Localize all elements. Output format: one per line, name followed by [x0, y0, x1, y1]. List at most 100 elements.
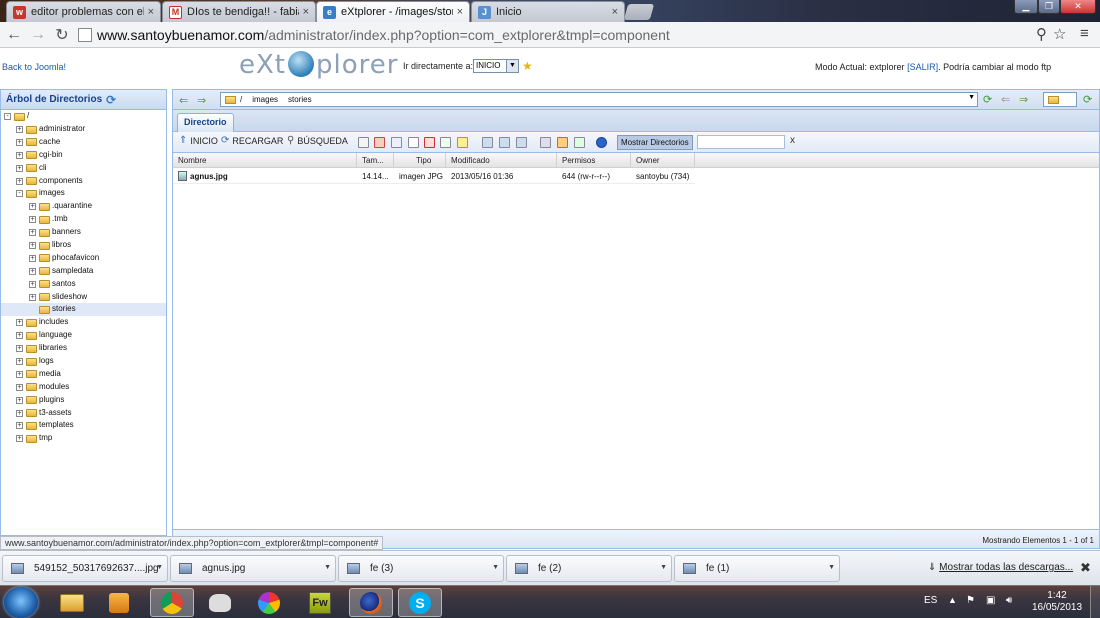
close-tab-icon[interactable]: ×: [612, 6, 618, 18]
expand-icon[interactable]: +: [16, 151, 23, 159]
path-segment-root[interactable]: /: [240, 95, 242, 104]
chevron-down-icon[interactable]: ▼: [660, 564, 667, 571]
path-forward-icon[interactable]: ⇒: [1019, 93, 1028, 106]
extract-icon[interactable]: [574, 137, 585, 148]
col-owner[interactable]: Owner: [631, 153, 695, 168]
search-icon[interactable]: ⚲: [1036, 25, 1047, 43]
archive-icon[interactable]: [557, 137, 568, 148]
forward-nav-icon[interactable]: ⇒: [197, 94, 206, 107]
close-tab-icon[interactable]: ×: [457, 6, 463, 18]
minimize-button[interactable]: ▁: [1014, 0, 1038, 14]
download-item[interactable]: 549152_50317692637....jpg ▼: [2, 555, 168, 582]
menu-icon[interactable]: ≡: [1080, 25, 1089, 42]
close-shelf-icon[interactable]: ✖: [1080, 560, 1091, 576]
browser-tab-2[interactable]: M DIos te bendiga!! - fabiag ×: [162, 1, 316, 22]
chevron-down-icon[interactable]: ▼: [968, 94, 975, 101]
goto-select[interactable]: INICIO ▼: [473, 59, 519, 73]
expand-icon[interactable]: +: [29, 267, 36, 275]
expand-icon[interactable]: +: [16, 409, 23, 417]
browser-tab-3-active[interactable]: e eXtplorer - /images/storie ×: [316, 1, 470, 22]
expand-icon[interactable]: +: [16, 319, 23, 327]
tree-item-cgi-bin[interactable]: + cgi-bin: [1, 149, 166, 162]
expand-icon[interactable]: +: [16, 383, 23, 391]
refresh-icon[interactable]: ⟳: [1083, 93, 1092, 106]
close-tab-icon[interactable]: ×: [148, 6, 154, 18]
tree-item-quarantine[interactable]: + .quarantine: [1, 200, 166, 213]
language-indicator[interactable]: ES: [924, 595, 937, 606]
col-perms[interactable]: Permisos: [557, 153, 631, 168]
expand-icon[interactable]: +: [16, 345, 23, 353]
media-player-icon[interactable]: [97, 588, 141, 617]
expand-icon[interactable]: +: [16, 370, 23, 378]
collapse-icon[interactable]: -: [4, 113, 11, 120]
help-icon[interactable]: [596, 137, 607, 148]
tree-item-cli[interactable]: + cli: [1, 162, 166, 175]
fireworks-icon[interactable]: Fw: [298, 588, 342, 617]
tree-root[interactable]: - /: [1, 110, 166, 123]
download-item[interactable]: fe (1) ▼: [674, 555, 840, 582]
expand-icon[interactable]: +: [29, 203, 36, 211]
view-icon[interactable]: [482, 137, 493, 148]
tray-expand-icon[interactable]: ▲: [948, 595, 957, 605]
action-center-icon[interactable]: ⚑: [966, 595, 975, 606]
move-icon[interactable]: [408, 137, 419, 148]
col-type[interactable]: Tipo: [394, 153, 446, 168]
back-arrow-icon[interactable]: ←: [2, 23, 26, 47]
chmod-icon[interactable]: [457, 137, 468, 148]
col-name[interactable]: Nombre: [173, 153, 357, 168]
tree-item-libros[interactable]: + libros: [1, 239, 166, 252]
expand-icon[interactable]: +: [16, 358, 23, 366]
volume-icon[interactable]: 🔊︎: [1006, 595, 1012, 606]
search-button[interactable]: ⚲ BÚSQUEDA: [287, 135, 348, 146]
tree-item-components[interactable]: + components: [1, 175, 166, 188]
tree-item-includes[interactable]: + includes: [1, 316, 166, 329]
new-file-icon[interactable]: [358, 137, 369, 148]
reload-path-icon[interactable]: ⟳: [983, 93, 992, 106]
expand-icon[interactable]: +: [16, 332, 23, 340]
expand-icon[interactable]: +: [16, 126, 23, 133]
chevron-down-icon[interactable]: ▼: [324, 564, 331, 571]
browser-tab-1[interactable]: w editor problemas con el h ×: [6, 1, 161, 22]
download-item[interactable]: agnus.jpg ▼: [170, 555, 336, 582]
chrome-icon[interactable]: [150, 588, 194, 617]
delete-icon[interactable]: [424, 137, 435, 148]
expand-icon[interactable]: +: [16, 177, 23, 185]
expand-icon[interactable]: +: [16, 422, 23, 430]
chevron-down-icon[interactable]: ▼: [828, 564, 835, 571]
expand-icon[interactable]: +: [16, 435, 23, 443]
go-star-icon[interactable]: ★: [522, 59, 533, 73]
col-size[interactable]: Tam...: [357, 153, 394, 168]
tree-item-cache[interactable]: + cache: [1, 136, 166, 149]
expand-icon[interactable]: +: [29, 293, 36, 301]
path-segment-stories[interactable]: stories: [288, 95, 312, 104]
tree-item-sampledata[interactable]: + sampledata: [1, 265, 166, 278]
tree-item-administrator[interactable]: + administrator: [1, 123, 166, 136]
reload-icon[interactable]: ↻: [50, 23, 74, 47]
firefox-icon[interactable]: [349, 588, 393, 617]
start-button[interactable]: [4, 587, 38, 618]
tree-item-logs[interactable]: + logs: [1, 355, 166, 368]
show-directories-button[interactable]: Mostrar Directorios: [617, 135, 693, 150]
path-combo[interactable]: / images stories ▼: [220, 92, 978, 107]
window-close-button[interactable]: ✕: [1060, 0, 1096, 14]
tree-item-stories[interactable]: stories: [1, 303, 166, 317]
refresh-tree-icon[interactable]: ⟳: [106, 93, 116, 107]
skype-icon[interactable]: S: [398, 588, 442, 617]
back-nav-icon[interactable]: ⇐: [179, 94, 188, 107]
gimp-icon[interactable]: [198, 588, 242, 617]
download-icon[interactable]: [499, 137, 510, 148]
tree-item-tmp[interactable]: + tmp: [1, 432, 166, 445]
expand-icon[interactable]: +: [29, 242, 36, 250]
folder-select[interactable]: [1043, 92, 1077, 107]
expand-icon[interactable]: +: [29, 254, 36, 262]
expand-icon[interactable]: +: [16, 138, 23, 146]
tree-item-plugins[interactable]: + plugins: [1, 394, 166, 407]
tree-item-slideshow[interactable]: + slideshow: [1, 291, 166, 304]
explorer-icon[interactable]: [50, 588, 94, 617]
new-tab-button[interactable]: [623, 4, 655, 20]
address-bar[interactable]: www.santoybuenamor.com/administrator/ind…: [78, 24, 1032, 46]
tree-item-t3-assets[interactable]: + t3-assets: [1, 407, 166, 420]
rename-icon[interactable]: [440, 137, 451, 148]
tree-item-images[interactable]: - images: [1, 187, 166, 200]
col-modified[interactable]: Modificado: [446, 153, 557, 168]
